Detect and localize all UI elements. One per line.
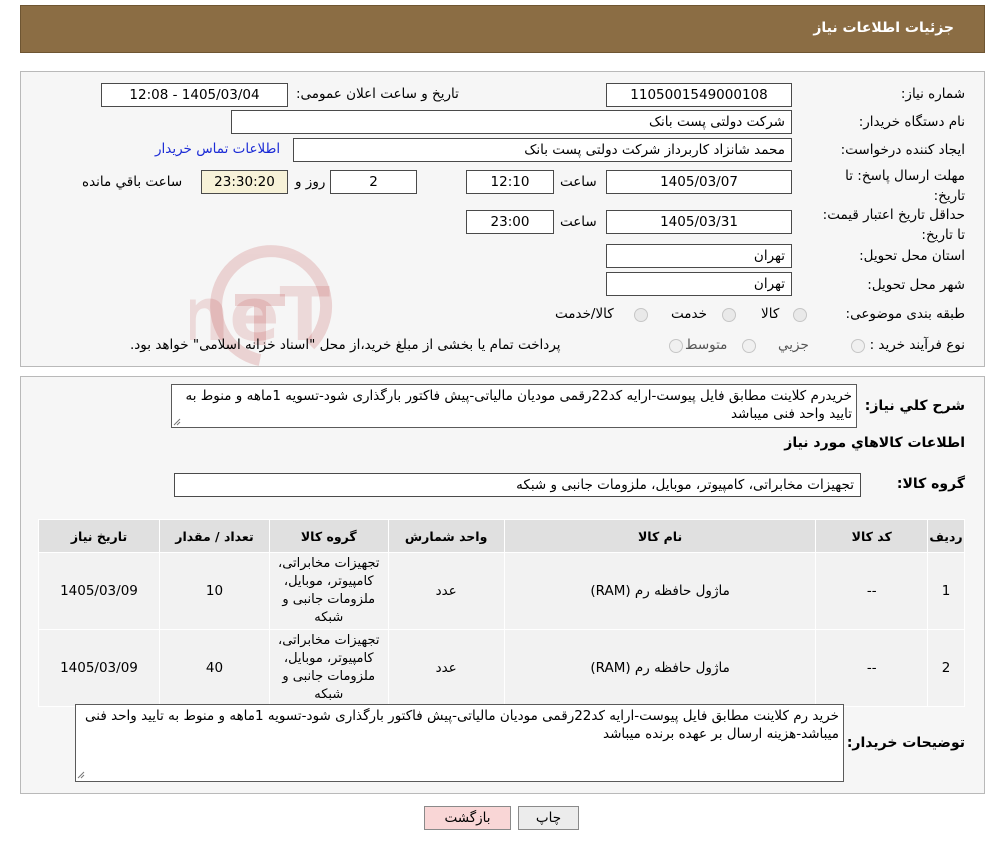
announce-field[interactable]: 1405/03/04 - 12:08 — [101, 83, 288, 107]
goods-group-label: گروه کالا: — [896, 476, 965, 492]
row-name: ماژول حافظه رم (RAM) — [503, 629, 817, 707]
page-title: جزئیات اطلاعات نیاز — [813, 20, 954, 36]
process-radio-medium[interactable] — [742, 339, 756, 353]
creator-field[interactable]: محمد شانزاد کاربرداز شرکت دولتی پست بانک — [293, 138, 792, 162]
city-label: شهر محل تحویل: — [867, 277, 965, 293]
category-radio-goods-service[interactable] — [634, 308, 648, 322]
process-label: نوع فرآیند خرید : — [869, 337, 965, 353]
resize-grip-icon[interactable] — [173, 418, 181, 426]
row-name: ماژول حافظه رم (RAM) — [503, 552, 817, 630]
days-label: روز و — [295, 174, 326, 190]
process-radio-small[interactable] — [851, 339, 865, 353]
page-header: جزئیات اطلاعات نیاز — [20, 5, 985, 53]
city-field[interactable]: تهران — [606, 272, 792, 296]
process-radio-treasury[interactable] — [669, 339, 683, 353]
buyer-contact-link[interactable]: اطلاعات تماس خریدار — [155, 141, 280, 157]
col-date: تاریخ نیاز — [38, 519, 160, 553]
row-index: 1 — [927, 552, 965, 630]
category-option-goods: کالا — [761, 306, 780, 322]
process-option-medium: متوسط — [685, 337, 728, 353]
buyer-org-label: نام دستگاه خریدار: — [858, 114, 965, 130]
col-unit: واحد شمارش — [387, 519, 505, 553]
creator-label: ایجاد کننده درخواست: — [840, 142, 965, 158]
process-note: پرداخت تمام یا بخشی از مبلغ خرید،از محل … — [130, 337, 561, 353]
row-qty: 10 — [158, 552, 270, 630]
announce-label: تاریخ و ساعت اعلان عمومی: — [296, 86, 459, 102]
row-group: تجهیزات مخابراتی، کامپیوتر، موبایل، ملزو… — [268, 552, 389, 630]
row-qty: 40 — [158, 629, 270, 707]
deadline-label: مهلت ارسال پاسخ: تا تاریخ: — [845, 168, 965, 204]
goods-section-title: اطلاعات کالاهاي مورد نياز — [784, 435, 965, 451]
category-radio-service[interactable] — [722, 308, 736, 322]
validity-time-field[interactable]: 23:00 — [466, 210, 554, 234]
days-field[interactable]: 2 — [330, 170, 417, 194]
deadline-date-field[interactable]: 1405/03/07 — [606, 170, 792, 194]
remaining-label: ساعت باقي مانده — [82, 174, 183, 190]
back-button[interactable]: بازگشت — [424, 806, 511, 830]
need-number-field[interactable]: 1105001549000108 — [606, 83, 792, 107]
deadline-time-field[interactable]: 12:10 — [466, 170, 554, 194]
row-date: 1405/03/09 — [38, 552, 160, 630]
col-code: کد کالا — [815, 519, 929, 553]
category-radio-goods[interactable] — [793, 308, 807, 322]
row-unit: عدد — [387, 552, 505, 630]
need-number-label: شماره نیاز: — [900, 86, 965, 102]
category-option-service: خدمت — [671, 306, 707, 322]
description-textarea[interactable]: خریدرم کلاینت مطابق فایل پیوست-ارایه کد2… — [171, 384, 857, 428]
row-code: -- — [815, 629, 929, 707]
table-row[interactable]: 1 -- ماژول حافظه رم (RAM) عدد تجهیزات مخ… — [38, 552, 965, 630]
deadline-time-label: ساعت — [560, 174, 597, 190]
process-option-small: جزیي — [778, 337, 809, 353]
validity-date-field[interactable]: 1405/03/31 — [606, 210, 792, 234]
buyer-notes-textarea[interactable]: خرید رم کلاینت مطابق فایل پیوست-ارایه کد… — [75, 704, 844, 782]
row-code: -- — [815, 552, 929, 630]
buyer-org-field[interactable]: شرکت دولتی پست بانک — [231, 110, 792, 134]
col-qty: تعداد / مقدار — [158, 519, 270, 553]
province-field[interactable]: تهران — [606, 244, 792, 268]
goods-table: ردیف کد کالا نام کالا واحد شمارش گروه کا… — [38, 519, 965, 707]
goods-group-field[interactable]: تجهیزات مخابراتی، کامپیوتر، موبایل، ملزو… — [174, 473, 861, 497]
validity-label: حداقل تاریخ اعتبار قیمت: تا تاریخ: — [822, 207, 965, 243]
col-group: گروه کالا — [268, 519, 389, 553]
row-group: تجهیزات مخابراتی، کامپیوتر، موبایل، ملزو… — [268, 629, 389, 707]
category-option-goods-service: کالا/خدمت — [555, 306, 614, 322]
print-button[interactable]: چاپ — [518, 806, 579, 830]
table-header-row: ردیف کد کالا نام کالا واحد شمارش گروه کا… — [38, 519, 965, 553]
col-index: ردیف — [927, 519, 965, 553]
remaining-time-field: 23:30:20 — [201, 170, 288, 194]
resize-grip-icon[interactable] — [77, 771, 85, 779]
validity-time-label: ساعت — [560, 214, 597, 230]
province-label: استان محل تحویل: — [859, 248, 965, 264]
row-index: 2 — [927, 629, 965, 707]
row-unit: عدد — [387, 629, 505, 707]
col-name: نام کالا — [503, 519, 817, 553]
category-label: طبقه بندی موضوعی: — [845, 306, 965, 322]
description-label: شرح کلي نیاز: — [864, 398, 965, 414]
buyer-notes-label: توضیحات خریدار: — [846, 735, 965, 751]
row-date: 1405/03/09 — [38, 629, 160, 707]
table-row[interactable]: 2 -- ماژول حافظه رم (RAM) عدد تجهیزات مخ… — [38, 629, 965, 707]
